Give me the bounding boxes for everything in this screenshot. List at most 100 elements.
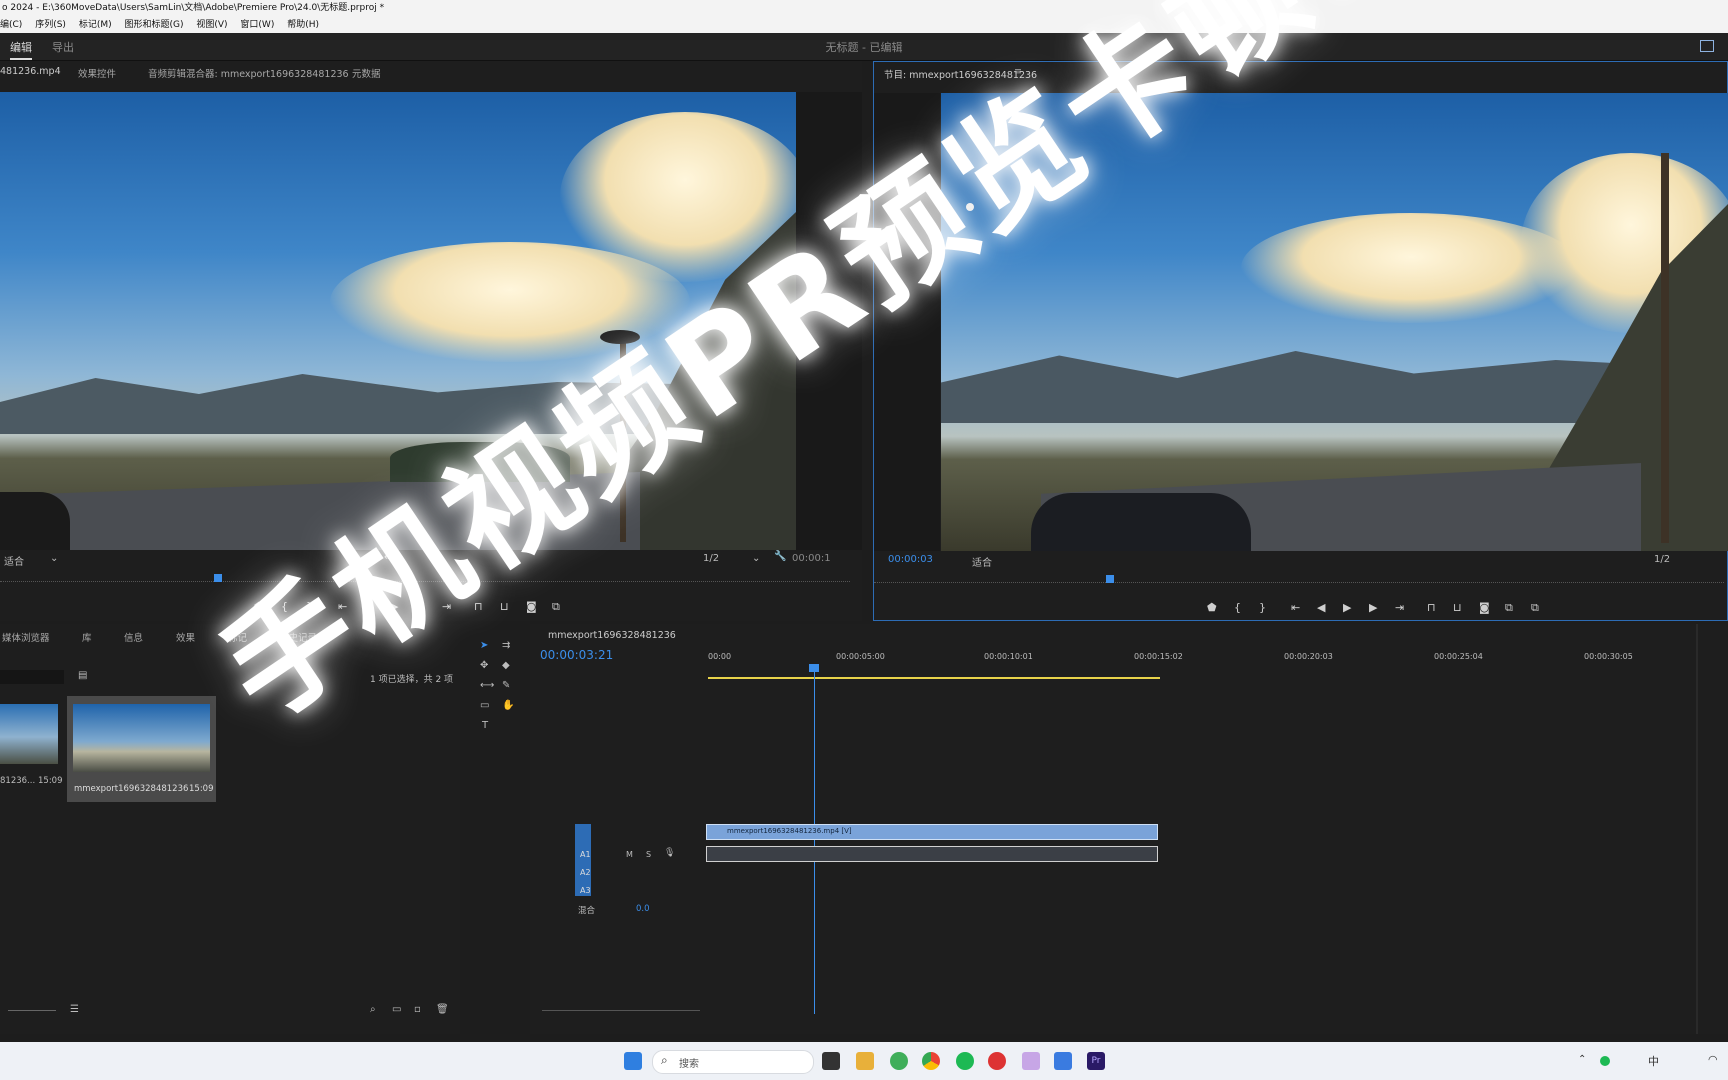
menu-item-edit[interactable]: 编(C): [0, 20, 22, 30]
slip-tool-icon[interactable]: ⟷: [480, 680, 494, 691]
tab-source[interactable]: 481236.mp4: [0, 66, 61, 77]
go-to-in-icon[interactable]: ⇤: [1291, 601, 1300, 614]
tab-info[interactable]: 信息: [124, 630, 143, 644]
tab-effect-controls[interactable]: 效果控件: [78, 66, 116, 80]
go-to-out-icon[interactable]: ⇥: [1395, 601, 1404, 614]
extract-icon[interactable]: ⊔: [1453, 601, 1462, 614]
new-item-icon[interactable]: ▫: [414, 1004, 421, 1015]
app-icon[interactable]: [890, 1052, 908, 1070]
button-editor-icon[interactable]: ⧉: [1531, 601, 1539, 615]
program-fit-dropdown[interactable]: 适合: [972, 554, 992, 569]
mix-value[interactable]: 0.0: [636, 904, 650, 914]
project-item[interactable]: 81236... 15:09: [0, 696, 63, 796]
search-icon[interactable]: ⌕: [370, 1004, 376, 1015]
tab-metadata[interactable]: 元数据: [352, 66, 381, 80]
work-area-bar[interactable]: [708, 677, 1160, 679]
mark-in-icon[interactable]: {: [1234, 601, 1241, 614]
ruler-label: 00:00: [708, 652, 732, 661]
menu-item-sequence[interactable]: 序列(S): [35, 20, 66, 30]
menu-bar: 编(C) 序列(S) 标记(M) 图形和标题(G) 视图(V) 窗口(W) 帮助…: [0, 17, 1728, 33]
tab-libraries[interactable]: 库: [82, 630, 92, 644]
solo-button[interactable]: S: [646, 850, 651, 859]
hand-icon[interactable]: ✋: [502, 700, 514, 711]
sort-icon[interactable]: ☰: [70, 1004, 79, 1015]
rectangle-icon[interactable]: ▭: [480, 700, 489, 711]
timeline-ruler[interactable]: 00:00 00:00:05:00 00:00:10:01 00:00:15:0…: [708, 652, 1718, 674]
timeline-timecode: 00:00:03:21: [540, 648, 614, 662]
source-zoom-dropdown[interactable]: 1/2: [703, 553, 719, 564]
mute-button[interactable]: M: [626, 850, 633, 859]
camera-icon[interactable]: ◙: [1479, 601, 1490, 614]
menu-item-marker[interactable]: 标记(M): [79, 20, 112, 30]
timeline-panel: mmexport1696328481236 00:00:03:21 00:00 …: [530, 624, 1728, 1034]
audio-clip[interactable]: [706, 846, 1158, 862]
comparison-view-icon[interactable]: ⧉: [1505, 601, 1513, 615]
wifi-icon[interactable]: ◠: [1708, 1053, 1718, 1066]
chrome-icon[interactable]: [922, 1052, 940, 1070]
source-fit-dropdown[interactable]: 适合: [4, 553, 24, 568]
new-bin-icon[interactable]: ▤: [78, 670, 87, 681]
workspace-bar: 编辑 导出 无标题 - 已编辑: [0, 33, 1728, 61]
timeline-playhead[interactable]: [814, 668, 815, 1014]
tray-icon[interactable]: [1600, 1056, 1610, 1066]
app-icon[interactable]: [988, 1052, 1006, 1070]
zoom-slider[interactable]: [8, 1010, 56, 1011]
trash-icon[interactable]: 🗑: [436, 1004, 449, 1015]
project-item-selected[interactable]: mmexport1696328481236 15:09: [67, 696, 216, 802]
track-label-a2[interactable]: A2: [580, 868, 591, 877]
menu-item-graphics[interactable]: 图形和标题(G): [124, 20, 183, 30]
search-input[interactable]: [0, 670, 64, 684]
program-time-ruler[interactable]: [874, 576, 1724, 583]
search-icon: ⌕: [661, 1053, 668, 1067]
app-icon[interactable]: [1054, 1052, 1072, 1070]
folder-icon[interactable]: ▭: [392, 1004, 401, 1015]
menu-item-window[interactable]: 窗口(W): [240, 20, 274, 30]
menu-item-help[interactable]: 帮助(H): [287, 20, 319, 30]
tab-media-browser[interactable]: 媒体浏览器: [2, 630, 50, 644]
fullscreen-icon[interactable]: [1700, 40, 1714, 52]
chevron-down-icon[interactable]: ⌄: [752, 553, 760, 564]
wrench-icon[interactable]: 🔧: [774, 551, 786, 562]
app-icon[interactable]: [1022, 1052, 1040, 1070]
playhead-handle[interactable]: [809, 664, 819, 672]
chevron-up-icon[interactable]: ⌃: [1578, 1054, 1586, 1065]
type-tool-icon[interactable]: T: [482, 720, 488, 731]
step-back-icon[interactable]: ◀: [1317, 601, 1325, 614]
taskbar-search[interactable]: ⌕ 搜索: [652, 1050, 814, 1074]
video-clip[interactable]: mmexport1696328481236.mp4 [V]: [706, 824, 1158, 840]
menu-item-view[interactable]: 视图(V): [196, 20, 227, 30]
program-playhead[interactable]: [1106, 575, 1114, 583]
timeline-scrollbar[interactable]: [1696, 624, 1698, 1034]
premiere-icon[interactable]: Pr: [1087, 1052, 1105, 1070]
ruler-label: 00:00:30:05: [1584, 652, 1633, 661]
pen-icon[interactable]: ✎: [502, 680, 510, 691]
program-zoom-dropdown[interactable]: 1/2: [1654, 554, 1670, 565]
chevron-down-icon[interactable]: ⌄: [50, 553, 58, 564]
track-select-icon[interactable]: ⇉: [502, 640, 510, 651]
input-method[interactable]: 中: [1648, 1053, 1659, 1069]
button-editor-icon[interactable]: ⧉: [552, 600, 560, 614]
tab-sequence[interactable]: mmexport1696328481236: [548, 630, 676, 641]
mark-out-icon[interactable]: }: [1259, 601, 1266, 614]
mix-label: 混合: [578, 906, 596, 916]
ripple-edit-icon[interactable]: ✥: [480, 660, 488, 671]
track-label-a3[interactable]: A3: [580, 886, 591, 895]
tab-effects[interactable]: 效果: [176, 630, 195, 644]
razor-icon[interactable]: ◆: [502, 660, 510, 671]
lift-icon[interactable]: ⊓: [1427, 601, 1436, 614]
start-icon[interactable]: [624, 1052, 642, 1070]
microphone-icon[interactable]: 🎙: [664, 848, 675, 858]
step-forward-icon[interactable]: ▶: [1369, 601, 1377, 614]
selection-tool-icon[interactable]: ➤: [480, 640, 488, 651]
task-view-icon[interactable]: [822, 1052, 840, 1070]
file-explorer-icon[interactable]: [856, 1052, 874, 1070]
play-icon[interactable]: ▶: [1343, 601, 1351, 614]
spotify-icon[interactable]: [956, 1052, 974, 1070]
track-label-a1[interactable]: A1: [580, 850, 591, 859]
camera-icon[interactable]: ◙: [526, 600, 537, 613]
window-title: o 2024 - E:\360MoveData\Users\SamLin\文档\…: [0, 0, 1728, 17]
marker-icon[interactable]: ⬟: [1207, 601, 1217, 614]
timeline-zoom-scroll[interactable]: [542, 1010, 700, 1011]
ruler-label: 00:00:10:01: [984, 652, 1033, 661]
tab-audio-clip-mixer[interactable]: 音频剪辑混合器: mmexport1696328481236: [148, 66, 349, 80]
